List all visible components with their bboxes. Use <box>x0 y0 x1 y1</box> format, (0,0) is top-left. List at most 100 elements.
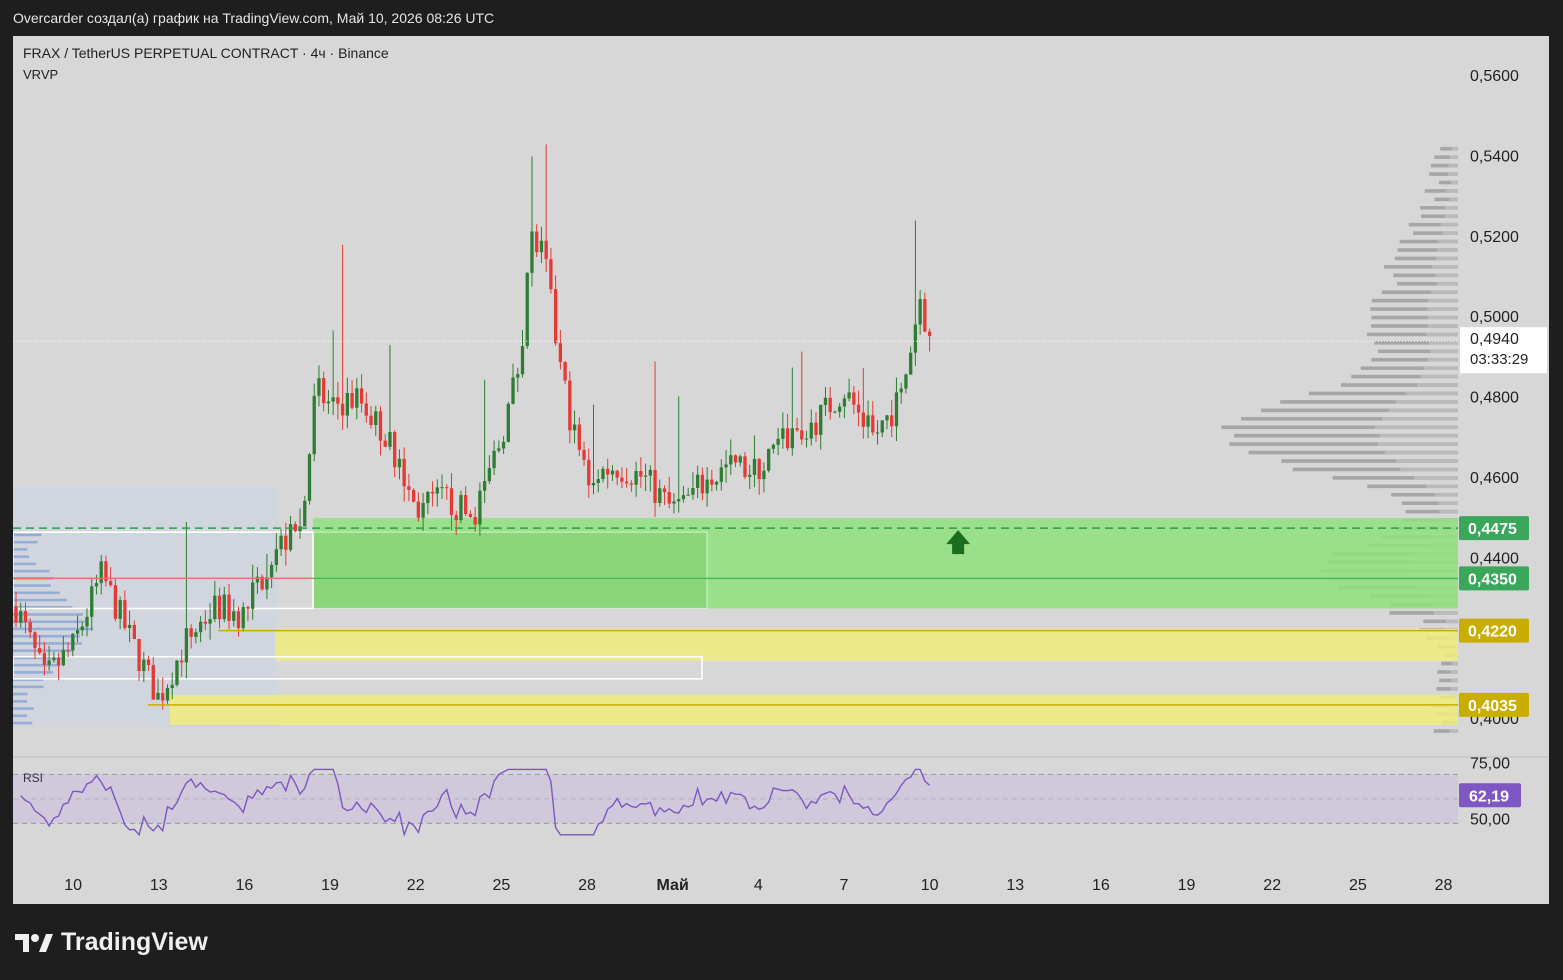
candle-body[interactable] <box>610 470 615 475</box>
candle-body[interactable] <box>42 652 47 665</box>
candle-body[interactable] <box>269 564 274 578</box>
candle-body[interactable] <box>766 448 771 471</box>
candle-body[interactable] <box>284 535 288 550</box>
candle-body[interactable] <box>553 289 558 344</box>
candle-body[interactable] <box>691 487 695 495</box>
candle-body[interactable] <box>123 600 127 629</box>
candle-body[interactable] <box>426 491 430 504</box>
candle-body[interactable] <box>606 468 610 475</box>
candle-body[interactable] <box>146 659 151 666</box>
candle-body[interactable] <box>378 411 383 441</box>
candle-body[interactable] <box>85 616 89 627</box>
candle-body[interactable] <box>132 624 136 639</box>
candle-body[interactable] <box>819 404 823 435</box>
candle-body[interactable] <box>520 346 525 375</box>
candle-body[interactable] <box>293 524 297 532</box>
candle-body[interactable] <box>161 692 165 701</box>
candle-body[interactable] <box>393 432 397 468</box>
candle-body[interactable] <box>28 622 32 633</box>
candle-body[interactable] <box>407 486 411 490</box>
candle-body[interactable] <box>52 657 56 661</box>
candle-body[interactable] <box>724 464 728 468</box>
candle-body[interactable] <box>279 535 283 550</box>
candle-body[interactable] <box>800 430 804 440</box>
candle-body[interactable] <box>677 499 681 502</box>
candle-body[interactable] <box>781 428 785 439</box>
candle-body[interactable] <box>33 632 37 649</box>
candle-body[interactable] <box>904 374 908 389</box>
candle-body[interactable] <box>464 495 468 515</box>
candle-body[interactable] <box>454 515 458 521</box>
candle-body[interactable] <box>345 393 350 416</box>
candle-body[interactable] <box>539 240 544 253</box>
candle-body[interactable] <box>620 477 624 482</box>
candle-body[interactable] <box>624 481 629 484</box>
candle-body[interactable] <box>113 585 118 619</box>
candle-body[interactable] <box>757 458 761 480</box>
candle-body[interactable] <box>482 481 487 491</box>
candle-body[interactable] <box>478 490 482 525</box>
candle-body[interactable] <box>743 456 747 477</box>
candle-body[interactable] <box>899 388 903 393</box>
candle-body[interactable] <box>885 415 889 421</box>
candle-body[interactable] <box>653 469 657 503</box>
candle-body[interactable] <box>127 624 132 629</box>
candle-body[interactable] <box>142 659 146 671</box>
candle-body[interactable] <box>927 331 932 336</box>
candle-body[interactable] <box>383 440 387 447</box>
candle-body[interactable] <box>506 403 510 442</box>
candle-body[interactable] <box>894 392 899 427</box>
candle-body[interactable] <box>582 449 586 460</box>
candle-body[interactable] <box>468 514 473 518</box>
candle-body[interactable] <box>156 692 160 700</box>
candle-body[interactable] <box>421 503 425 518</box>
candle-body[interactable] <box>255 576 260 583</box>
candle-body[interactable] <box>511 377 515 404</box>
candle-body[interactable] <box>56 657 61 666</box>
candle-body[interactable] <box>752 458 757 475</box>
candle-body[interactable] <box>355 388 359 408</box>
candle-body[interactable] <box>563 361 567 381</box>
candle-body[interactable] <box>719 467 723 482</box>
candle-body[interactable] <box>672 501 676 504</box>
candle-body[interactable] <box>449 488 454 516</box>
candle-body[interactable] <box>535 231 539 253</box>
candle-body[interactable] <box>762 470 766 480</box>
candle-body[interactable] <box>686 494 690 496</box>
candle-body[interactable] <box>729 455 733 465</box>
candle-body[interactable] <box>198 621 203 633</box>
candle-body[interactable] <box>350 393 354 408</box>
candle-body[interactable] <box>440 487 444 489</box>
candle-body[interactable] <box>838 406 842 412</box>
candle-body[interactable] <box>109 581 113 586</box>
candle-body[interactable] <box>118 600 122 619</box>
candle-body[interactable] <box>828 397 832 413</box>
candle-body[interactable] <box>738 456 742 463</box>
candle-body[interactable] <box>374 411 378 426</box>
candle-body[interactable] <box>75 630 80 634</box>
candle-body[interactable] <box>852 392 856 405</box>
candle-body[interactable] <box>795 428 799 431</box>
chart-frame[interactable]: 0,5600 0,5400 0,5200 0,5000 0,4800 0,4600 0,44… <box>13 36 1549 904</box>
candle-body[interactable] <box>222 594 226 620</box>
candle-body[interactable] <box>790 428 794 449</box>
candle-body[interactable] <box>568 380 572 431</box>
candle-body[interactable] <box>251 582 255 609</box>
candle-body[interactable] <box>771 444 776 449</box>
candle-body[interactable] <box>733 455 738 463</box>
candle-body[interactable] <box>875 432 880 434</box>
chart-svg[interactable]: 0,5600 0,5400 0,5200 0,5000 0,4800 0,4600 0,44… <box>13 36 1549 904</box>
candle-body[interactable] <box>359 388 364 404</box>
candle-body[interactable] <box>804 438 809 440</box>
candle-body[interactable] <box>170 684 174 688</box>
candle-body[interactable] <box>587 459 591 486</box>
candle-body[interactable] <box>913 324 918 353</box>
candle-body[interactable] <box>856 404 861 413</box>
candle-body[interactable] <box>634 471 638 485</box>
candle-body[interactable] <box>322 378 326 404</box>
candle-body[interactable] <box>890 415 894 427</box>
candle-body[interactable] <box>194 632 198 637</box>
candle-body[interactable] <box>710 479 714 485</box>
candle-body[interactable] <box>80 626 84 631</box>
candle-body[interactable] <box>336 397 340 404</box>
